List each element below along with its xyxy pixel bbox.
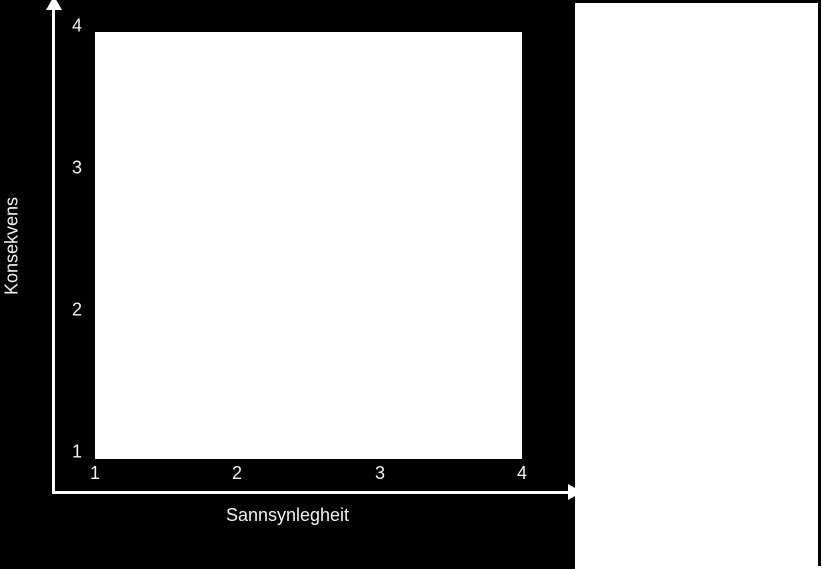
x-axis-line bbox=[52, 491, 572, 494]
side-panel bbox=[575, 0, 821, 566]
x-axis-title: Sannsynlegheit bbox=[0, 505, 575, 526]
y-tick: 1 bbox=[72, 442, 82, 463]
y-axis-arrow-icon bbox=[46, 0, 62, 10]
y-tick: 2 bbox=[72, 300, 82, 321]
chart-canvas: 1 2 3 4 1 2 3 4 Sannsynlegheit Konsekven… bbox=[0, 0, 575, 569]
y-axis-title: Konsekvens bbox=[2, 148, 23, 246]
x-tick: 3 bbox=[375, 463, 385, 484]
chart-root: 1 2 3 4 1 2 3 4 Sannsynlegheit Konsekven… bbox=[0, 0, 823, 569]
x-tick: 2 bbox=[232, 463, 242, 484]
y-axis-line bbox=[52, 0, 55, 494]
plot-area bbox=[95, 32, 522, 459]
x-tick: 1 bbox=[90, 463, 100, 484]
x-tick: 4 bbox=[517, 463, 527, 484]
y-tick: 3 bbox=[72, 158, 82, 179]
y-tick: 4 bbox=[72, 16, 82, 37]
